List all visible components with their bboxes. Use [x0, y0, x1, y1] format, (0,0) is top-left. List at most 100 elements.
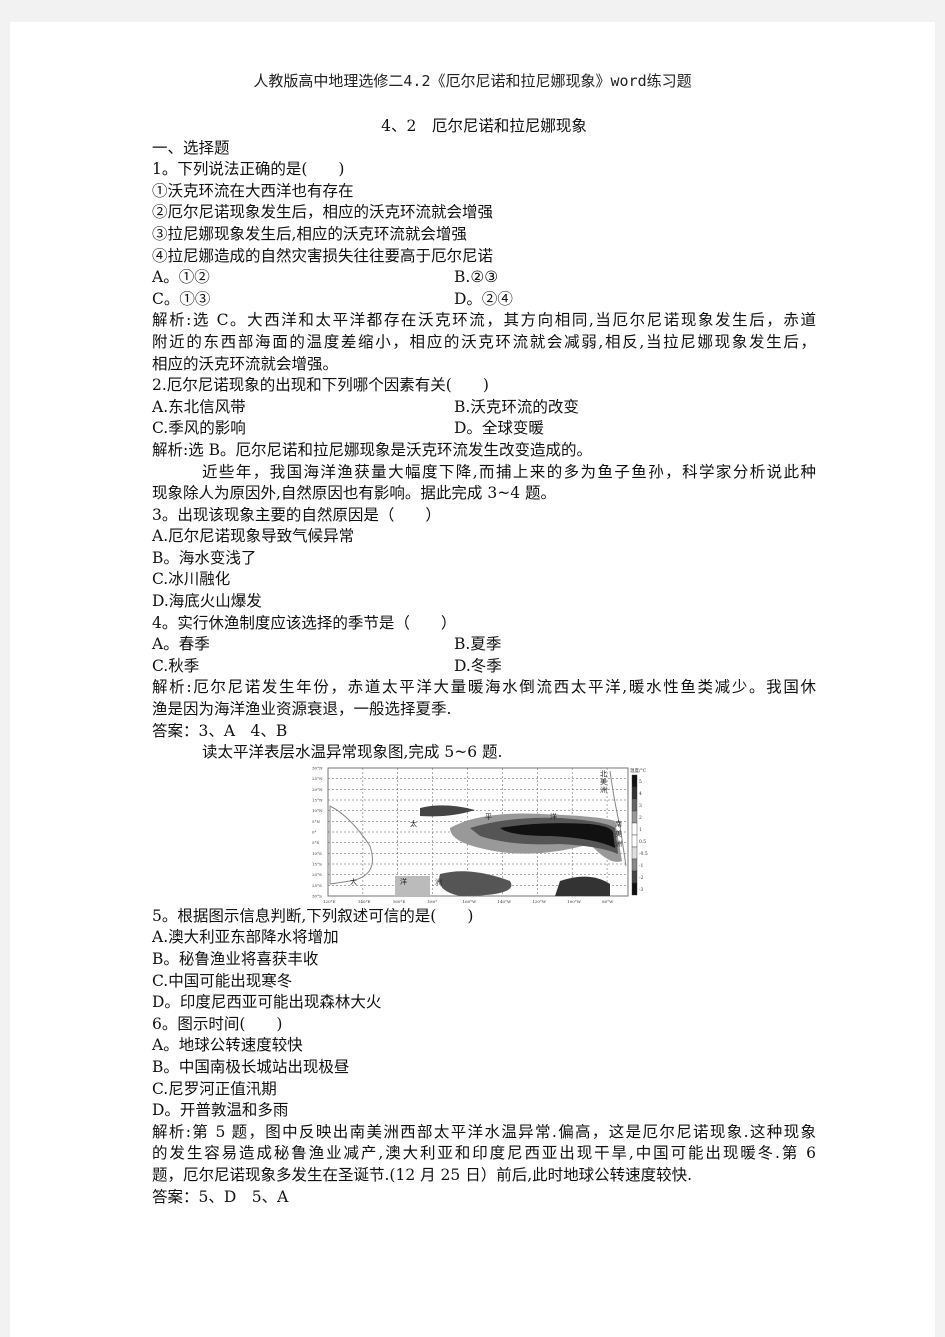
- q4-option-d: D.冬季: [454, 656, 502, 675]
- legend-swatch: [631, 846, 638, 860]
- legend-swatch: [631, 882, 638, 896]
- q2-analysis: 解析:选 B。厄尔尼诺和拉尼娜现象是沃克环流发生改变造成的。: [152, 440, 593, 459]
- q3-option-d: D.海底火山爆发: [152, 592, 262, 611]
- q6-option-c: C.尼罗河正值汛期: [152, 1079, 277, 1098]
- legend-value: 2: [639, 815, 642, 821]
- q1-option-b: B.②③: [454, 268, 499, 287]
- q1-analysis: 相应的沃克环流就会增强。: [152, 354, 339, 373]
- map-label: 洲: [600, 786, 607, 794]
- q4-analysis: 渔是因为海洋渔业资源衰退，一般选择夏季.: [152, 700, 452, 719]
- lon-label: 180°: [428, 899, 438, 904]
- question-1-stem: 1。下列说法正确的是( ): [152, 160, 345, 179]
- lat-label: 0°: [312, 829, 317, 834]
- legend-swatch: [631, 858, 638, 872]
- q2-option-d: D。全球变暖: [454, 419, 544, 438]
- q3-option-b: B。海水变浅了: [152, 548, 257, 567]
- lat-label: 10°N: [312, 808, 323, 813]
- lat-label: 30°S: [312, 893, 322, 898]
- passage-3-4: 现象除人为原因外,自然原因也有影响。据此完成 3~4 题。: [152, 484, 556, 503]
- q1-analysis: 解析:选 C。大西洋和太平洋都存在沃克环流，其方向相同,当厄尔尼诺现象发生后，赤…: [152, 311, 816, 330]
- map-label: 平: [485, 813, 492, 821]
- map-label: 美: [600, 777, 607, 786]
- q6-option-b: B。中国南极长城站出现极昼: [152, 1057, 350, 1076]
- map-label: 南: [615, 819, 622, 828]
- lat-label: 15°N: [312, 797, 323, 802]
- q1-option-c: C。①③: [152, 289, 211, 308]
- analysis-5-6: 题，厄尔尼诺现象多发生在圣诞节.(12 月 25 日）前后,此时地球公转速度较快…: [152, 1165, 693, 1184]
- q2-option-b: B.沃克环流的改变: [454, 397, 579, 416]
- legend-value: -3: [639, 887, 644, 893]
- lat-label: 30°N: [312, 766, 323, 771]
- q4-option-b: B.夏季: [454, 635, 502, 654]
- q2-option-a: A.东北信风带: [152, 397, 246, 416]
- q1-statement: ②厄尔尼诺现象发生后，相应的沃克环流就会增强: [152, 203, 494, 222]
- lat-label: 20°N: [312, 787, 323, 792]
- q6-option-d: D。开普敦温和多雨: [152, 1101, 289, 1120]
- lon-label: 100°W: [567, 899, 582, 904]
- lon-label: 120°W: [532, 899, 547, 904]
- legend-value: 3: [639, 803, 642, 809]
- q1-statement: ①沃克环流在大西洋也有存在: [152, 181, 354, 200]
- question-5-stem: 5。根据图示信息判断,下列叙述可信的是( ): [152, 906, 474, 925]
- legend-swatch: [631, 834, 638, 848]
- legend-swatch: [631, 810, 638, 824]
- q1-statement: ④拉尼娜造成的自然灾害损失往往要高于厄尔尼诺: [152, 246, 494, 265]
- analysis-5-6: 解析:第 5 题，图中反映出南美洲西部太平洋水温异常.偏高，这是厄尔尼诺现象.这…: [152, 1122, 816, 1141]
- legend-value: 5: [639, 779, 642, 785]
- question-3-stem: 3。出现该现象主要的自然原因是（ ）: [152, 505, 441, 524]
- legend-swatch: [631, 822, 638, 836]
- q5-option-b: B。秘鲁渔业将喜获丰收: [152, 950, 319, 968]
- lon-label: 160°W: [463, 899, 478, 904]
- q5-option-c: C.中国可能出现寒冬: [152, 971, 293, 990]
- answer-3-4: 答案：3、A 4、B: [152, 721, 288, 740]
- map-label: 太: [410, 819, 417, 828]
- legend-title: 温度/°C: [630, 767, 647, 774]
- q4-analysis: 解析:厄尔尼诺发生年份，赤道太平洋大量暖海水倒流西太平洋,暖水性鱼类减少。我国休: [152, 678, 816, 697]
- section-title: 4、2 厄尔尼诺和拉尼娜现象: [381, 117, 587, 135]
- map-label: 洲: [615, 840, 622, 848]
- lat-label: 10°S: [312, 851, 322, 856]
- question-4-stem: 4。实行休渔制度应该选择的季节是（ ）: [152, 613, 457, 632]
- lon-label: 120°E: [323, 899, 336, 904]
- section-heading: 一、选择题: [152, 138, 230, 157]
- map-label: 美: [615, 829, 622, 838]
- document-body: 4、2 厄尔尼诺和拉尼娜现象 一、选择题 1。下列说法正确的是( ) ①沃克环流…: [152, 116, 816, 1208]
- map-graphic: 30°N 25°N 20°N 15°N 10°N 5°N 0° 5°S 10°S 15°S 20°S…: [312, 765, 648, 904]
- q5-option-a: A.澳大利亚东部降水将增加: [152, 928, 339, 947]
- q3-option-a: A.厄尔尼诺现象导致气候异常: [152, 527, 355, 546]
- lat-label: 5°S: [312, 840, 320, 845]
- legend-value: 1: [639, 827, 642, 833]
- legend-value: 4: [639, 791, 642, 797]
- passage-3-4: 近些年，我国海洋渔获量大幅度下降,而捕上来的多为鱼子鱼孙，科学家分析说此种: [202, 462, 816, 481]
- answer-5-6: 答案：5、D 5、A: [152, 1187, 289, 1206]
- legend-value: -0.5: [639, 851, 648, 857]
- lat-label: 25°N: [312, 776, 323, 781]
- question-2-stem: 2.厄尔尼诺现象的出现和下列哪个因素有关( ): [152, 376, 489, 395]
- q1-analysis: 附近的东西部海面的温度差缩小，相应的沃克环流就会减弱,相反,当拉尼娜现象发生后，: [152, 332, 816, 351]
- q5-option-d: D。印度尼西亚可能出现森林大火: [152, 993, 382, 1012]
- q1-option-a: A。①②: [152, 268, 210, 287]
- q4-option-c: C.秋季: [152, 656, 200, 675]
- map-label: 北: [600, 770, 607, 778]
- lon-label: 160°E: [393, 899, 406, 904]
- sst-anomaly-map: 30°N 25°N 20°N 15°N 10°N 5°N 0° 5°S 10°S 15°S 20°S…: [310, 765, 650, 906]
- q6-option-a: A。地球公转速度较快: [152, 1036, 303, 1055]
- legend-value: 0.5: [639, 839, 646, 845]
- legend-swatch: [631, 786, 638, 800]
- lon-label: 140°E: [358, 899, 371, 904]
- map-label: 洲: [435, 878, 442, 886]
- map-label: 大: [350, 877, 357, 886]
- legend-swatch: [631, 774, 638, 788]
- lat-label: 15°S: [312, 861, 322, 866]
- lat-label: 20°S: [312, 872, 322, 877]
- legend-swatch: [631, 798, 638, 812]
- q4-option-a: A。春季: [152, 635, 210, 654]
- question-6-stem: 6。图示时间( ): [152, 1014, 283, 1033]
- map-label: 洋: [400, 877, 407, 886]
- lat-label: 5°N: [312, 819, 321, 824]
- document-header: 人教版高中地理选修二4.2《厄尔尼诺和拉尼娜现象》word练习题: [253, 72, 692, 90]
- passage-5-6: 读太平洋表层水温异常现象图,完成 5~6 题.: [202, 743, 503, 762]
- legend-swatch: [631, 870, 638, 884]
- lon-label: 140°W: [497, 899, 512, 904]
- lat-label: 25°S: [312, 883, 322, 888]
